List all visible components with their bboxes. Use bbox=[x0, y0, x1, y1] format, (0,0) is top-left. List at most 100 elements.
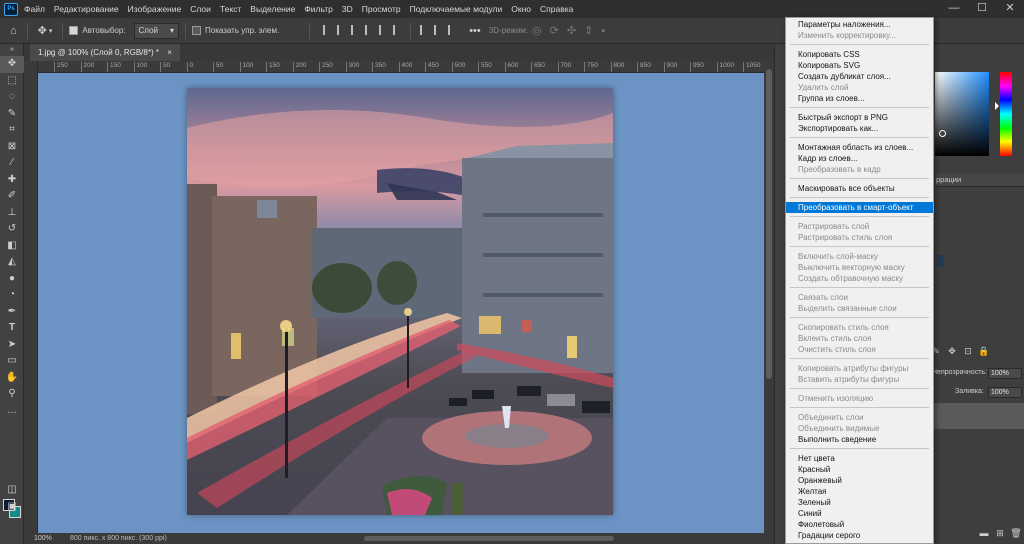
delete-layer-icon[interactable]: 🗑 bbox=[1008, 528, 1024, 542]
fill-input[interactable]: 100% bbox=[988, 387, 1022, 398]
context-menu-item[interactable]: Создать дубликат слоя... bbox=[786, 71, 933, 82]
menu-item[interactable]: Слои bbox=[190, 4, 211, 14]
horizontal-scrollbar-thumb[interactable] bbox=[364, 536, 614, 541]
rectangle-tool-icon[interactable]: ▭ bbox=[0, 353, 24, 370]
context-menu-item[interactable]: Красный bbox=[786, 464, 933, 475]
context-menu-item[interactable]: Зеленый bbox=[786, 497, 933, 508]
blur-tool-icon[interactable]: ● bbox=[0, 271, 24, 288]
healing-brush-tool-icon[interactable]: ✚ bbox=[0, 172, 24, 189]
context-menu-item[interactable]: Нет цвета bbox=[786, 453, 933, 464]
lock-position-icon[interactable]: ✥ bbox=[944, 346, 960, 360]
hand-tool-icon[interactable]: ✋ bbox=[0, 370, 24, 387]
context-menu-item[interactable]: Маскировать все объекты bbox=[786, 183, 933, 194]
lock-artboard-icon[interactable]: ⊡ bbox=[960, 346, 976, 360]
new-layer-icon[interactable]: ⊞ bbox=[992, 528, 1008, 542]
more-tools-icon[interactable]: … bbox=[0, 403, 24, 420]
maximize-button[interactable]: ☐ bbox=[968, 0, 996, 18]
context-menu-item[interactable]: Параметры наложения... bbox=[786, 19, 933, 30]
document-info[interactable]: 800 пикс. x 800 пикс. (300 ppi) bbox=[70, 533, 167, 544]
3d-pan-icon[interactable]: ✣ bbox=[567, 24, 576, 37]
move-tool-icon[interactable]: ✥ ▾ bbox=[38, 24, 53, 37]
eyedropper-tool-icon[interactable]: ⁄ bbox=[0, 155, 24, 172]
lasso-tool-icon[interactable]: ◌ bbox=[0, 89, 24, 106]
close-window-button[interactable]: ✕ bbox=[996, 0, 1024, 18]
screen-mode-icon[interactable]: ▣ bbox=[0, 499, 24, 516]
context-menu-item[interactable]: Градации серого bbox=[786, 530, 933, 541]
align-center-icon[interactable] bbox=[337, 24, 345, 35]
zoom-level[interactable]: 100% bbox=[34, 533, 52, 544]
menu-item[interactable]: Файл bbox=[24, 4, 45, 14]
marquee-tool-icon[interactable]: ⬚ bbox=[0, 73, 24, 90]
canvas-area[interactable] bbox=[38, 73, 764, 533]
pen-tool-icon[interactable]: ✒ bbox=[0, 304, 24, 321]
hue-slider[interactable] bbox=[995, 72, 1012, 156]
3d-scale-icon[interactable]: ▪ bbox=[601, 25, 605, 37]
context-menu-item[interactable]: Желтая bbox=[786, 486, 933, 497]
menu-item[interactable]: Фильтр bbox=[304, 4, 333, 14]
align-top-icon[interactable] bbox=[365, 24, 373, 35]
color-picker-field[interactable] bbox=[935, 72, 989, 156]
context-menu-item[interactable]: Копировать SVG bbox=[786, 60, 933, 71]
panel-tab[interactable]: ррации bbox=[936, 173, 1024, 187]
document-tab[interactable]: 1.jpg @ 100% (Слой 0, RGB/8*) * × bbox=[30, 44, 180, 61]
document-image[interactable] bbox=[187, 88, 613, 515]
dodge-tool-icon[interactable]: ◔ bbox=[0, 287, 24, 304]
path-selection-tool-icon[interactable]: ➤ bbox=[0, 337, 24, 354]
quick-selection-tool-icon[interactable]: ✎ bbox=[0, 106, 24, 123]
close-tab-icon[interactable]: × bbox=[167, 48, 172, 57]
menu-item[interactable]: 3D bbox=[342, 4, 353, 14]
align-right-icon[interactable] bbox=[351, 24, 359, 35]
menu-item[interactable]: Подключаемые модули bbox=[410, 4, 503, 14]
align-middle-icon[interactable] bbox=[379, 24, 387, 35]
zoom-tool-icon[interactable]: ⚲ bbox=[0, 386, 24, 403]
crop-tool-icon[interactable]: ⌗ bbox=[0, 122, 24, 139]
menu-item[interactable]: Текст bbox=[220, 4, 241, 14]
layer-row-selected[interactable] bbox=[928, 403, 1024, 429]
context-menu-item[interactable]: Синий bbox=[786, 508, 933, 519]
context-menu-item[interactable]: Преобразовать в смарт-объект bbox=[786, 202, 933, 213]
color-picker-ring[interactable] bbox=[939, 130, 946, 137]
align-bottom-icon[interactable] bbox=[393, 24, 401, 35]
3d-orbit-icon[interactable]: ◎ bbox=[532, 24, 542, 37]
hue-slider-handle[interactable] bbox=[995, 102, 999, 110]
align-icons[interactable] bbox=[320, 24, 404, 37]
quick-mask-icon[interactable]: ◫ bbox=[0, 482, 24, 499]
more-options-icon[interactable]: ••• bbox=[469, 25, 481, 37]
menu-item[interactable]: Окно bbox=[511, 4, 531, 14]
context-menu-item[interactable]: Монтажная область из слоев... bbox=[786, 142, 933, 153]
context-menu-item[interactable]: Оранжевый bbox=[786, 475, 933, 486]
distribute-center-icon[interactable] bbox=[434, 24, 442, 35]
eraser-tool-icon[interactable]: ◧ bbox=[0, 238, 24, 255]
auto-select-target-dropdown[interactable]: Слой ▾ bbox=[133, 22, 179, 39]
align-left-icon[interactable] bbox=[323, 24, 331, 35]
paint-bucket-tool-icon[interactable]: ◭ bbox=[0, 254, 24, 271]
menu-item[interactable]: Справка bbox=[540, 4, 573, 14]
context-menu-item[interactable]: Кадр из слоев... bbox=[786, 153, 933, 164]
distribute-left-icon[interactable] bbox=[420, 24, 428, 35]
context-menu-item[interactable]: Выполнить сведение bbox=[786, 434, 933, 445]
menu-item[interactable]: Просмотр bbox=[362, 4, 401, 14]
clone-stamp-tool-icon[interactable]: ⊥ bbox=[0, 205, 24, 222]
lock-all-icon[interactable]: 🔒 bbox=[976, 346, 992, 360]
brush-tool-icon[interactable]: ✐ bbox=[0, 188, 24, 205]
context-menu-item[interactable]: Копировать CSS bbox=[786, 49, 933, 60]
menu-item[interactable]: Изображение bbox=[128, 4, 182, 14]
menu-item[interactable]: Редактирование bbox=[54, 4, 119, 14]
collapse-arrows-icon[interactable]: » bbox=[0, 44, 24, 56]
context-menu-item[interactable]: Группа из слоев... bbox=[786, 93, 933, 104]
type-tool-icon[interactable]: T bbox=[0, 320, 24, 337]
menu-item[interactable]: Выделение bbox=[250, 4, 295, 14]
context-menu-item[interactable]: Быстрый экспорт в PNG bbox=[786, 112, 933, 123]
3d-slide-icon[interactable]: ⇕ bbox=[584, 24, 593, 37]
auto-select-checkbox[interactable] bbox=[69, 26, 79, 35]
context-menu-item[interactable]: Экспортировать как... bbox=[786, 123, 933, 134]
vertical-scrollbar[interactable] bbox=[764, 61, 774, 533]
context-menu-item[interactable]: Фиолетовый bbox=[786, 519, 933, 530]
show-transform-checkbox[interactable] bbox=[192, 26, 201, 35]
opacity-input[interactable]: 100% bbox=[988, 368, 1022, 379]
3d-roll-icon[interactable]: ⟳ bbox=[550, 24, 559, 37]
move-tool-icon[interactable]: ✥ bbox=[0, 56, 24, 73]
distribute-icons[interactable] bbox=[417, 24, 459, 37]
distribute-right-icon[interactable] bbox=[448, 24, 456, 35]
new-group-icon[interactable]: ▬ bbox=[976, 528, 992, 542]
